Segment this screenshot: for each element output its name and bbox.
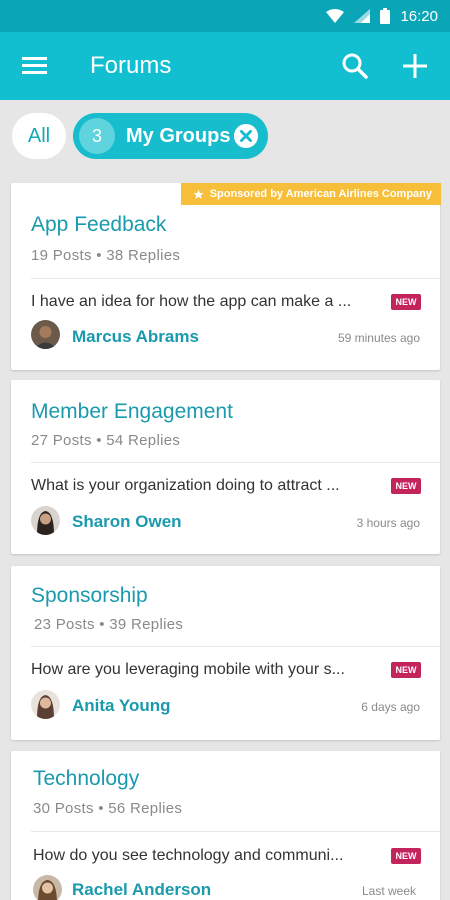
signal-icon: [354, 9, 371, 23]
status-bar: 16:20: [0, 0, 450, 32]
app-bar: Forums: [0, 32, 450, 100]
forum-stats: 23 Posts • 39 Replies: [34, 616, 183, 633]
new-badge: NEW: [391, 478, 421, 494]
page-title: Forums: [90, 52, 172, 79]
menu-icon[interactable]: [22, 54, 48, 78]
search-icon[interactable]: [340, 51, 370, 81]
filter-all-chip[interactable]: All: [12, 113, 66, 159]
forum-name[interactable]: Member Engagement: [31, 400, 233, 424]
post-time: Last week: [361, 884, 416, 898]
separator-dot: •: [99, 616, 110, 633]
forum-card[interactable]: Technology 30 Posts • 56 Replies How do …: [11, 751, 440, 900]
sponsor-text: Sponsored by American Airlines Company: [209, 188, 432, 200]
post-time: 59 minutes ago: [337, 331, 420, 345]
separator-dot: •: [96, 247, 107, 264]
avatar[interactable]: [31, 690, 60, 719]
forum-name[interactable]: App Feedback: [31, 213, 166, 237]
add-icon[interactable]: [400, 51, 430, 81]
filter-my-groups-chip[interactable]: 3 My Groups: [73, 113, 268, 159]
post-snippet[interactable]: What is your organization doing to attra…: [31, 477, 383, 495]
author-name[interactable]: Sharon Owen: [72, 512, 182, 532]
divider: [31, 831, 440, 832]
author-name[interactable]: Rachel Anderson: [72, 880, 211, 900]
post-time: 3 hours ago: [356, 516, 420, 530]
forum-card[interactable]: Sponsorship 23 Posts • 39 Replies How ar…: [11, 566, 440, 740]
divider: [31, 646, 440, 647]
avatar[interactable]: [33, 875, 62, 900]
posts-count: 27 Posts: [31, 432, 92, 449]
status-icons: 16:20: [326, 6, 438, 26]
post-time: 6 days ago: [361, 700, 420, 714]
divider: [31, 278, 440, 279]
battery-icon: [380, 8, 391, 24]
new-badge: NEW: [391, 662, 421, 678]
post-snippet[interactable]: How are you leveraging mobile with your …: [31, 661, 383, 679]
forum-name[interactable]: Technology: [33, 767, 139, 791]
posts-count: 19 Posts: [31, 247, 92, 264]
new-badge: NEW: [391, 848, 421, 864]
replies-count: 54 Replies: [106, 432, 181, 449]
forum-card[interactable]: Sponsored by American Airlines Company A…: [11, 183, 441, 370]
replies-count: 56 Replies: [108, 800, 183, 817]
author-name[interactable]: Marcus Abrams: [72, 327, 199, 347]
filter-row: All 3 My Groups: [0, 100, 450, 172]
forum-stats: 30 Posts • 56 Replies: [33, 800, 182, 817]
wifi-icon: [326, 9, 345, 23]
forum-stats: 19 Posts • 38 Replies: [31, 247, 180, 264]
status-time: 16:20: [400, 7, 438, 25]
avatar[interactable]: [31, 320, 60, 349]
replies-count: 38 Replies: [106, 247, 181, 264]
new-badge: NEW: [391, 294, 421, 310]
forum-stats: 27 Posts • 54 Replies: [31, 432, 180, 449]
author-name[interactable]: Anita Young: [72, 696, 171, 716]
post-snippet[interactable]: I have an idea for how the app can make …: [31, 293, 383, 311]
groups-count: 3: [79, 118, 115, 154]
groups-label: My Groups: [126, 124, 231, 147]
sponsor-banner: Sponsored by American Airlines Company: [180, 183, 441, 205]
posts-count: 30 Posts: [33, 800, 94, 817]
separator-dot: •: [96, 432, 107, 449]
star-icon: [193, 188, 204, 199]
post-snippet[interactable]: How do you see technology and communi...: [33, 847, 385, 865]
forum-name[interactable]: Sponsorship: [31, 584, 148, 608]
divider: [31, 462, 440, 463]
posts-count: 23 Posts: [34, 616, 95, 633]
avatar[interactable]: [31, 506, 60, 535]
replies-count: 39 Replies: [109, 616, 184, 633]
forum-card[interactable]: Member Engagement 27 Posts • 54 Replies …: [11, 380, 440, 554]
separator-dot: •: [98, 800, 109, 817]
clear-icon[interactable]: [234, 124, 258, 148]
